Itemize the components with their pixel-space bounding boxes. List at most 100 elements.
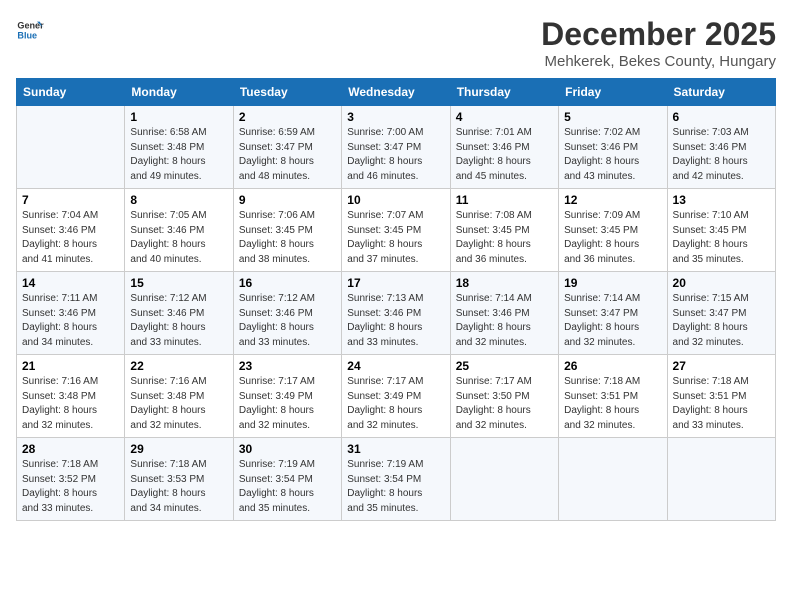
- column-header-friday: Friday: [559, 79, 667, 106]
- day-number: 14: [22, 276, 119, 290]
- day-info: Sunrise: 7:03 AMSunset: 3:46 PMDaylight:…: [673, 126, 770, 184]
- month-title: December 2025: [541, 16, 776, 53]
- location-title: Mehkerek, Bekes County, Hungary: [541, 53, 776, 70]
- day-cell: 15 Sunrise: 7:12 AMSunset: 3:46 PMDayligh…: [125, 272, 233, 355]
- day-number: 12: [564, 193, 661, 207]
- day-cell: 14 Sunrise: 7:11 AMSunset: 3:46 PMDayligh…: [17, 272, 125, 355]
- day-number: 4: [456, 110, 553, 124]
- day-cell: 4Sunrise: 7:01 AMSunset: 3:46 PMDaylight…: [450, 106, 558, 189]
- day-info: Sunrise: 7:18 AMSunset: 3:51 PMDaylight:…: [564, 375, 661, 433]
- day-number: 28: [22, 442, 119, 456]
- day-number: 15: [130, 276, 227, 290]
- day-info: Sunrise: 7:00 AMSunset: 3:47 PMDaylight:…: [347, 126, 444, 184]
- week-row: 7 Sunrise: 7:04 AMSunset: 3:46 PMDaylight…: [17, 189, 776, 272]
- day-cell: 29Sunrise: 7:18 AMSunset: 3:53 PMDayligh…: [125, 438, 233, 521]
- week-row: 14 Sunrise: 7:11 AMSunset: 3:46 PMDayligh…: [17, 272, 776, 355]
- day-info: Sunrise: 7:18 AMSunset: 3:51 PMDaylight:…: [673, 375, 770, 433]
- day-cell: [667, 438, 775, 521]
- day-number: 8: [130, 193, 227, 207]
- day-number: 10: [347, 193, 444, 207]
- day-number: 3: [347, 110, 444, 124]
- day-cell: 13Sunrise: 7:10 AMSunset: 3:45 PMDayligh…: [667, 189, 775, 272]
- day-info: Sunrise: 7:16 AMSunset: 3:48 PMDaylight:…: [130, 375, 227, 433]
- day-info: Sunrise: 7:19 AMSunset: 3:54 PMDaylight:…: [347, 458, 444, 516]
- day-number: 2: [239, 110, 336, 124]
- week-row: 21 Sunrise: 7:16 AMSunset: 3:48 PMDayligh…: [17, 355, 776, 438]
- day-number: 17: [347, 276, 444, 290]
- day-number: 27: [673, 359, 770, 373]
- day-number: 1: [130, 110, 227, 124]
- day-number: 31: [347, 442, 444, 456]
- day-number: 5: [564, 110, 661, 124]
- day-cell: 3 Sunrise: 7:00 AMSunset: 3:47 PMDaylight…: [342, 106, 450, 189]
- column-header-wednesday: Wednesday: [342, 79, 450, 106]
- day-cell: 27 Sunrise: 7:18 AMSunset: 3:51 PMDayligh…: [667, 355, 775, 438]
- day-cell: 22 Sunrise: 7:16 AMSunset: 3:48 PMDayligh…: [125, 355, 233, 438]
- day-cell: 28Sunrise: 7:18 AMSunset: 3:52 PMDayligh…: [17, 438, 125, 521]
- day-info: Sunrise: 7:11 AMSunset: 3:46 PMDaylight:…: [22, 292, 119, 350]
- day-info: Sunrise: 7:15 AMSunset: 3:47 PMDaylight:…: [673, 292, 770, 350]
- day-cell: 30Sunrise: 7:19 AMSunset: 3:54 PMDayligh…: [233, 438, 341, 521]
- day-info: Sunrise: 7:04 AMSunset: 3:46 PMDaylight:…: [22, 209, 119, 267]
- column-header-tuesday: Tuesday: [233, 79, 341, 106]
- day-number: 24: [347, 359, 444, 373]
- day-info: Sunrise: 7:14 AMSunset: 3:46 PMDaylight:…: [456, 292, 553, 350]
- column-header-thursday: Thursday: [450, 79, 558, 106]
- day-info: Sunrise: 7:17 AMSunset: 3:50 PMDaylight:…: [456, 375, 553, 433]
- day-cell: 9Sunrise: 7:06 AMSunset: 3:45 PMDaylight…: [233, 189, 341, 272]
- column-header-monday: Monday: [125, 79, 233, 106]
- day-cell: 21 Sunrise: 7:16 AMSunset: 3:48 PMDayligh…: [17, 355, 125, 438]
- day-cell: 7 Sunrise: 7:04 AMSunset: 3:46 PMDaylight…: [17, 189, 125, 272]
- header-row: SundayMondayTuesdayWednesdayThursdayFrid…: [17, 79, 776, 106]
- day-number: 6: [673, 110, 770, 124]
- day-number: 18: [456, 276, 553, 290]
- day-number: 23: [239, 359, 336, 373]
- day-cell: 11 Sunrise: 7:08 AMSunset: 3:45 PMDayligh…: [450, 189, 558, 272]
- day-info: Sunrise: 7:08 AMSunset: 3:45 PMDaylight:…: [456, 209, 553, 267]
- calendar-table: SundayMondayTuesdayWednesdayThursdayFrid…: [16, 78, 776, 521]
- svg-text:Blue: Blue: [17, 30, 37, 40]
- week-row: 28Sunrise: 7:18 AMSunset: 3:52 PMDayligh…: [17, 438, 776, 521]
- day-info: Sunrise: 7:05 AMSunset: 3:46 PMDaylight:…: [130, 209, 227, 267]
- day-info: Sunrise: 7:12 AMSunset: 3:46 PMDaylight:…: [239, 292, 336, 350]
- day-info: Sunrise: 7:17 AMSunset: 3:49 PMDaylight:…: [347, 375, 444, 433]
- day-info: Sunrise: 7:07 AMSunset: 3:45 PMDaylight:…: [347, 209, 444, 267]
- day-number: 19: [564, 276, 661, 290]
- logo-icon: General Blue: [16, 16, 44, 44]
- day-cell: 12Sunrise: 7:09 AMSunset: 3:45 PMDayligh…: [559, 189, 667, 272]
- day-info: Sunrise: 7:14 AMSunset: 3:47 PMDaylight:…: [564, 292, 661, 350]
- day-cell: [559, 438, 667, 521]
- day-number: 9: [239, 193, 336, 207]
- day-cell: 6 Sunrise: 7:03 AMSunset: 3:46 PMDaylight…: [667, 106, 775, 189]
- day-info: Sunrise: 7:13 AMSunset: 3:46 PMDaylight:…: [347, 292, 444, 350]
- day-cell: 26 Sunrise: 7:18 AMSunset: 3:51 PMDayligh…: [559, 355, 667, 438]
- day-cell: 18 Sunrise: 7:14 AMSunset: 3:46 PMDayligh…: [450, 272, 558, 355]
- day-cell: [450, 438, 558, 521]
- day-info: Sunrise: 7:12 AMSunset: 3:46 PMDaylight:…: [130, 292, 227, 350]
- day-number: 11: [456, 193, 553, 207]
- day-number: 21: [22, 359, 119, 373]
- day-cell: 16 Sunrise: 7:12 AMSunset: 3:46 PMDayligh…: [233, 272, 341, 355]
- day-cell: 25Sunrise: 7:17 AMSunset: 3:50 PMDayligh…: [450, 355, 558, 438]
- column-header-sunday: Sunday: [17, 79, 125, 106]
- day-cell: 23 Sunrise: 7:17 AMSunset: 3:49 PMDayligh…: [233, 355, 341, 438]
- day-info: Sunrise: 7:10 AMSunset: 3:45 PMDaylight:…: [673, 209, 770, 267]
- day-cell: [17, 106, 125, 189]
- day-number: 26: [564, 359, 661, 373]
- day-info: Sunrise: 7:19 AMSunset: 3:54 PMDaylight:…: [239, 458, 336, 516]
- day-number: 20: [673, 276, 770, 290]
- day-info: Sunrise: 7:16 AMSunset: 3:48 PMDaylight:…: [22, 375, 119, 433]
- day-number: 16: [239, 276, 336, 290]
- day-info: Sunrise: 7:17 AMSunset: 3:49 PMDaylight:…: [239, 375, 336, 433]
- title-area: December 2025 Mehkerek, Bekes County, Hu…: [541, 16, 776, 70]
- day-number: 29: [130, 442, 227, 456]
- day-cell: 5Sunrise: 7:02 AMSunset: 3:46 PMDaylight…: [559, 106, 667, 189]
- header: General Blue December 2025 Mehkerek, Bek…: [16, 16, 776, 70]
- day-cell: 19 Sunrise: 7:14 AMSunset: 3:47 PMDayligh…: [559, 272, 667, 355]
- day-number: 7: [22, 193, 119, 207]
- day-cell: 2Sunrise: 6:59 AMSunset: 3:47 PMDaylight…: [233, 106, 341, 189]
- day-cell: 10 Sunrise: 7:07 AMSunset: 3:45 PMDayligh…: [342, 189, 450, 272]
- day-number: 22: [130, 359, 227, 373]
- day-cell: 17 Sunrise: 7:13 AMSunset: 3:46 PMDayligh…: [342, 272, 450, 355]
- day-cell: 24 Sunrise: 7:17 AMSunset: 3:49 PMDayligh…: [342, 355, 450, 438]
